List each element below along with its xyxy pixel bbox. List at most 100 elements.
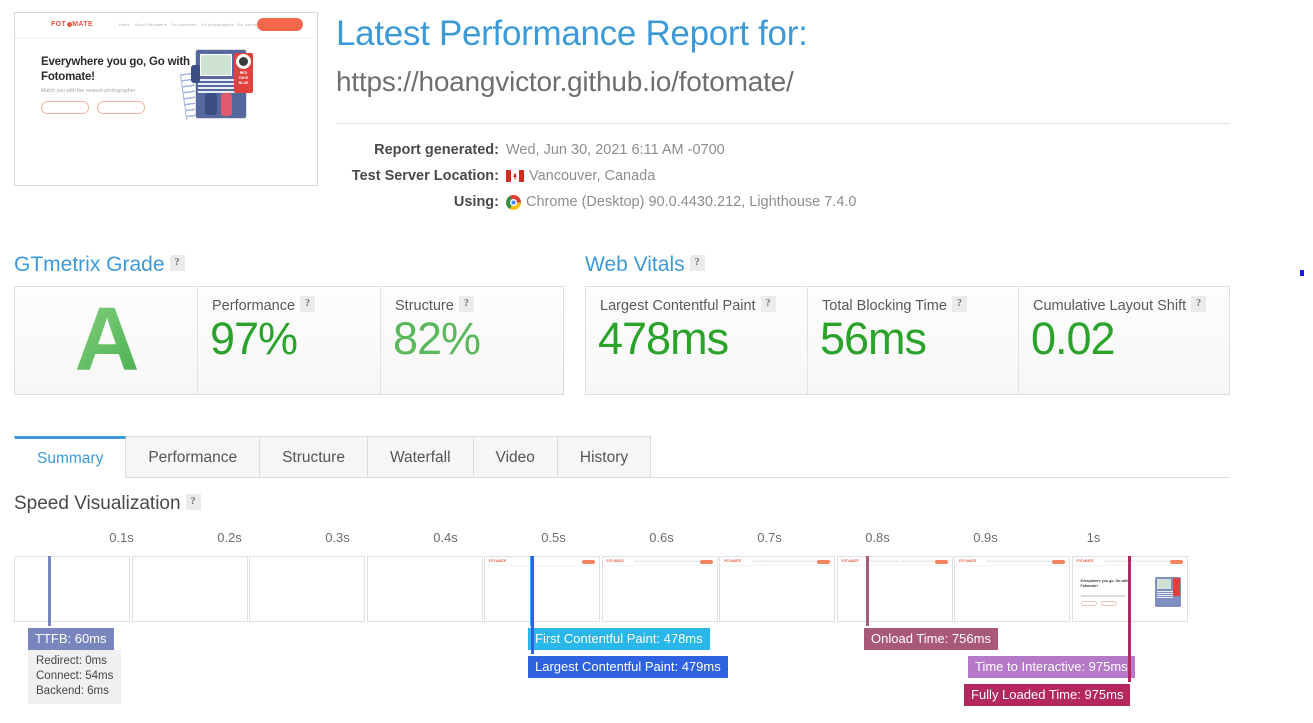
axis-tick: 0.8s (865, 530, 890, 545)
timeline-axis: 0.1s 0.2s 0.3s 0.4s 0.5s 0.6s 0.7s 0.8s 0.9s 1s (14, 530, 1194, 550)
filmstrip-frame[interactable]: FOT●MATE (484, 556, 600, 622)
axis-tick: 0.4s (433, 530, 458, 545)
meta-value: Chrome (Desktop) 90.0.4430.212, Lighthou… (506, 192, 857, 212)
header-divider (336, 123, 1230, 124)
thumbnail-logo: FOT MATE (51, 21, 94, 28)
frame-navbar: FOT●MATE Home About Fotomate For customer… (955, 557, 1069, 566)
filmstrip-frame[interactable] (366, 556, 483, 622)
help-icon[interactable]: ? (760, 296, 776, 313)
tab-label: Performance (148, 449, 238, 466)
marker-label-largest-contentful-paint[interactable]: Largest Contentful Paint: 479ms (528, 656, 728, 678)
thumbnail-headline: Everywhere you go, Go with Fotomate! (41, 56, 190, 83)
report-metadata: Report generated: Wed, Jun 30, 2021 6:11… (336, 140, 1230, 218)
frame-button (1100, 601, 1117, 606)
structure-label: Structure? (395, 296, 474, 314)
thumbnail-nav-item: For photographers (201, 22, 234, 27)
web-vitals-panel: Largest Contentful Paint? 478ms Total Bl… (585, 286, 1230, 395)
lcp-label: Largest Contentful Paint? (600, 296, 776, 314)
marker-label-onload-time[interactable]: Onload Time: 756ms (864, 628, 998, 650)
tbt-cell: Total Blocking Time? 56ms (808, 287, 1019, 394)
help-icon[interactable]: ? (689, 255, 705, 272)
structure-value: 82% (393, 313, 481, 364)
frame-logo: FOT●MATE (606, 559, 624, 563)
browser-text: Chrome (Desktop) 90.0.4430.212, Lighthou… (526, 194, 857, 210)
frame-button (1080, 601, 1097, 606)
frame-cta (1052, 559, 1065, 564)
filmstrip-frame[interactable]: FOT●MATE Home About Fotomate For customer… (954, 556, 1070, 622)
help-icon[interactable]: ? (951, 296, 967, 313)
tab-label: Summary (37, 450, 104, 467)
frame-cta (582, 559, 595, 564)
frame-navbar: FOT●MATE Home About Fotomate For customer… (720, 557, 834, 566)
frame-navbar: FOT●MATE (485, 557, 599, 566)
filmstrip-frame[interactable] (131, 556, 248, 622)
report-tabs: Summary Performance Structure Waterfall … (14, 436, 1230, 478)
report-url[interactable]: https://hoangvictor.github.io/fotomate/ (336, 66, 794, 98)
tab-label: Video (495, 449, 535, 466)
frame-illustration (1154, 577, 1181, 607)
axis-tick: 0.9s (973, 530, 998, 545)
meta-label: Report generated: (374, 142, 499, 158)
chrome-icon (506, 194, 521, 210)
axis-tick: 0.5s (541, 530, 566, 545)
tab-summary[interactable]: Summary (14, 436, 127, 478)
marker-label-ttfb[interactable]: TTFB: 60ms (28, 628, 114, 650)
ttfb-breakdown-row: Redirect: 0ms (36, 655, 107, 667)
marker-label-first-contentful-paint[interactable]: First Contentful Paint: 478ms (528, 628, 710, 650)
thumbnail-button-primary (41, 101, 89, 114)
speed-visualization-heading: Speed Visualization? (14, 493, 201, 515)
cls-cell: Cumulative Layout Shift? 0.02 (1019, 287, 1229, 394)
frame-logo: FOT●MATE (959, 559, 977, 563)
marker-line-fully-loaded-time (1128, 556, 1131, 682)
frame-cta (699, 559, 713, 564)
cls-label: Cumulative Layout Shift? (1033, 296, 1207, 314)
tab-history[interactable]: History (557, 436, 652, 477)
help-icon[interactable]: ? (300, 296, 316, 313)
web-vitals-title: Web Vitals (585, 253, 685, 276)
performance-cell: Performance? 97% (198, 287, 381, 394)
tbt-value: 56ms (820, 313, 927, 364)
server-location-text: Vancouver, Canada (529, 168, 656, 184)
help-icon[interactable]: ? (1191, 296, 1207, 313)
tab-label: Waterfall (389, 449, 451, 466)
filmstrip-frame[interactable]: FOT●MATE Home About Fotomate For customer… (601, 556, 718, 622)
thumbnail-button-secondary (97, 101, 145, 114)
frame-cta (934, 559, 948, 564)
marker-line-ttfb (48, 556, 51, 626)
tab-performance[interactable]: Performance (126, 436, 261, 477)
frame-subtext (1080, 595, 1127, 597)
structure-cell: Structure? 82% (381, 287, 563, 394)
filmstrip-frame[interactable]: FOT●MATE Home About Fotomate For customer… (836, 556, 953, 622)
marker-line-onload-time (866, 556, 869, 626)
tab-structure[interactable]: Structure (260, 436, 368, 477)
marker-label-time-to-interactive[interactable]: Time to Interactive: 975ms (968, 656, 1135, 678)
frame-logo: FOT●MATE (1076, 559, 1094, 563)
help-icon[interactable]: ? (169, 255, 185, 272)
meta-row-generated: Report generated: Wed, Jun 30, 2021 6:11… (336, 140, 1230, 160)
canada-flag-icon (506, 170, 524, 182)
scrollbar-artifact (1300, 270, 1304, 276)
axis-tick: 0.6s (649, 530, 674, 545)
site-thumbnail[interactable]: FOT MATE Home About Fotomate ▾ For custom… (14, 12, 318, 186)
filmstrip-frame[interactable] (14, 556, 130, 622)
frame-navbar: FOT●MATE Home About Fotomate For customer… (837, 557, 952, 566)
meta-value: Vancouver, Canada (506, 166, 655, 186)
gtmetrix-grade-panel: A Performance? 97% Structure? 82% (14, 286, 564, 395)
web-vitals-heading: Web Vitals? (585, 253, 705, 277)
speed-visualization-title: Speed Visualization (14, 493, 181, 514)
filmstrip-frame[interactable]: FOT●MATE Home About Fotomate For customer… (719, 556, 835, 622)
frame-logo: FOT●MATE (724, 559, 742, 563)
frame-cta (817, 559, 830, 564)
marker-label-fully-loaded-time[interactable]: Fully Loaded Time: 975ms (964, 684, 1131, 706)
tab-waterfall[interactable]: Waterfall (367, 436, 474, 477)
help-icon[interactable]: ? (458, 296, 474, 313)
tab-label: Structure (282, 449, 345, 466)
ttfb-breakdown: Redirect: 0ms Connect: 54ms Backend: 6ms (28, 650, 122, 704)
help-icon[interactable]: ? (185, 493, 201, 510)
filmstrip-frame[interactable] (249, 556, 365, 622)
tab-video[interactable]: Video (473, 436, 558, 477)
frame-headline: Everywhere you go, Go with Fotomate! (1080, 579, 1129, 588)
ttfb-breakdown-row: Backend: 6ms (36, 685, 109, 697)
grade-letter: A (15, 287, 197, 394)
thumbnail-nav-item: Home (119, 22, 130, 27)
